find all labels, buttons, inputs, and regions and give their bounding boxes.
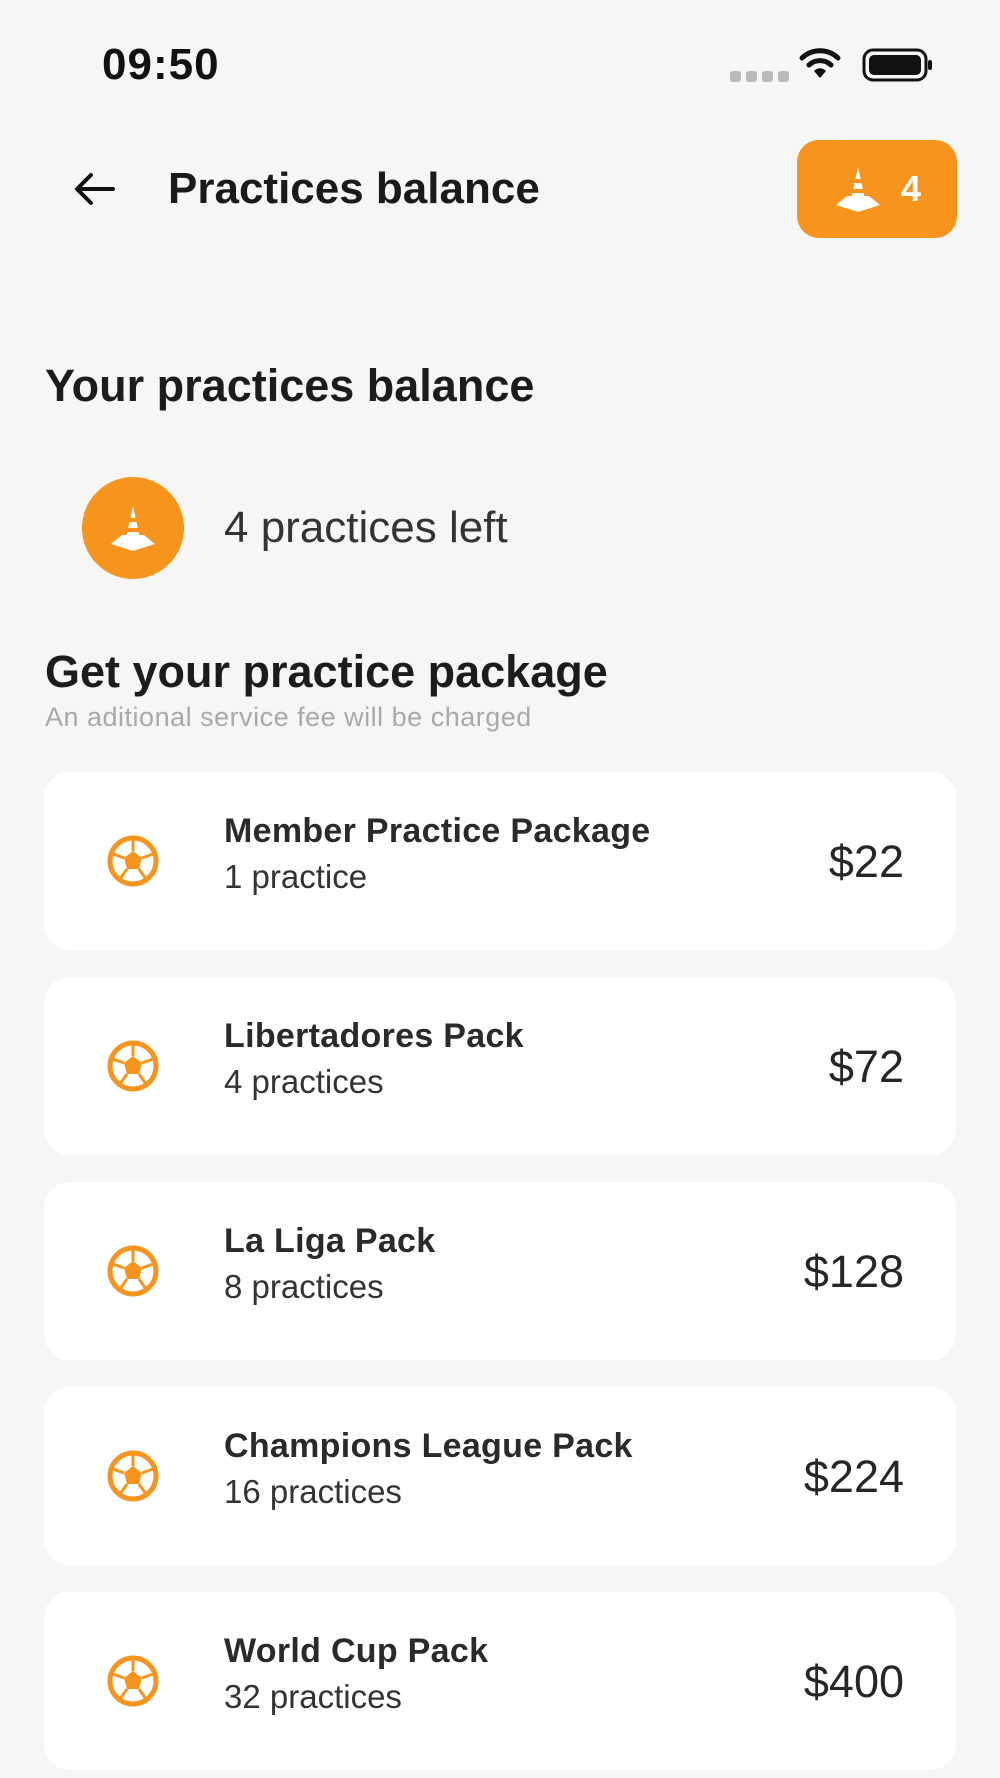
package-price: $224	[803, 1451, 904, 1502]
wifi-icon	[799, 48, 841, 78]
package-name: Champions League Pack	[224, 1427, 633, 1465]
status-time: 09:50	[102, 40, 220, 89]
battery-icon	[862, 48, 932, 82]
chip-count: 4	[900, 168, 922, 209]
soccer-ball-icon	[107, 1655, 159, 1707]
package-practice-count: 16 practices	[224, 1473, 402, 1510]
soccer-ball-icon	[107, 1040, 159, 1092]
package-price: $400	[803, 1656, 904, 1707]
package-practice-count: 32 practices	[224, 1678, 402, 1715]
package-price: $22	[828, 836, 904, 887]
package-card[interactable]: Libertadores Pack 4 practices $72	[44, 977, 956, 1155]
package-price: $72	[828, 1041, 904, 1092]
package-list: Member Practice Package 1 practice $22 L…	[44, 772, 956, 1778]
package-section-subtitle: An aditional service fee will be charged	[45, 702, 532, 732]
balance-row: 4 practices left	[82, 477, 508, 579]
soccer-ball-icon	[107, 1245, 159, 1297]
soccer-ball-icon	[107, 1450, 159, 1502]
package-practice-count: 8 practices	[224, 1268, 384, 1305]
traffic-cone-icon	[835, 167, 880, 212]
package-practice-count: 1 practice	[224, 858, 368, 895]
back-button[interactable]	[66, 160, 124, 218]
package-card[interactable]: La Liga Pack 8 practices $128	[44, 1182, 956, 1360]
package-card[interactable]: World Cup Pack 32 practices $400	[44, 1592, 956, 1770]
package-card[interactable]: Member Practice Package 1 practice $22	[44, 772, 956, 950]
practices-balance-chip[interactable]: 4	[797, 140, 957, 238]
practices-left-text: 4 practices left	[224, 503, 508, 552]
package-name: World Cup Pack	[224, 1632, 489, 1670]
soccer-ball-icon	[107, 835, 159, 887]
package-card[interactable]: Champions League Pack 16 practices $224	[44, 1387, 956, 1565]
header: Practices balance 4	[0, 130, 1000, 250]
arrow-left-icon	[75, 173, 115, 205]
page-title: Practices balance	[168, 164, 540, 213]
signal-strength-icon	[730, 71, 789, 82]
package-name: La Liga Pack	[224, 1222, 436, 1260]
package-name: Member Practice Package	[224, 812, 651, 850]
balance-section-title: Your practices balance	[45, 360, 535, 411]
package-name: Libertadores Pack	[224, 1017, 524, 1055]
package-price: $128	[803, 1246, 904, 1297]
balance-badge	[82, 477, 184, 579]
package-practice-count: 4 practices	[224, 1063, 384, 1100]
package-section-title: Get your practice package	[45, 646, 608, 697]
status-bar: 09:50	[0, 0, 1000, 130]
traffic-cone-icon	[111, 506, 155, 551]
